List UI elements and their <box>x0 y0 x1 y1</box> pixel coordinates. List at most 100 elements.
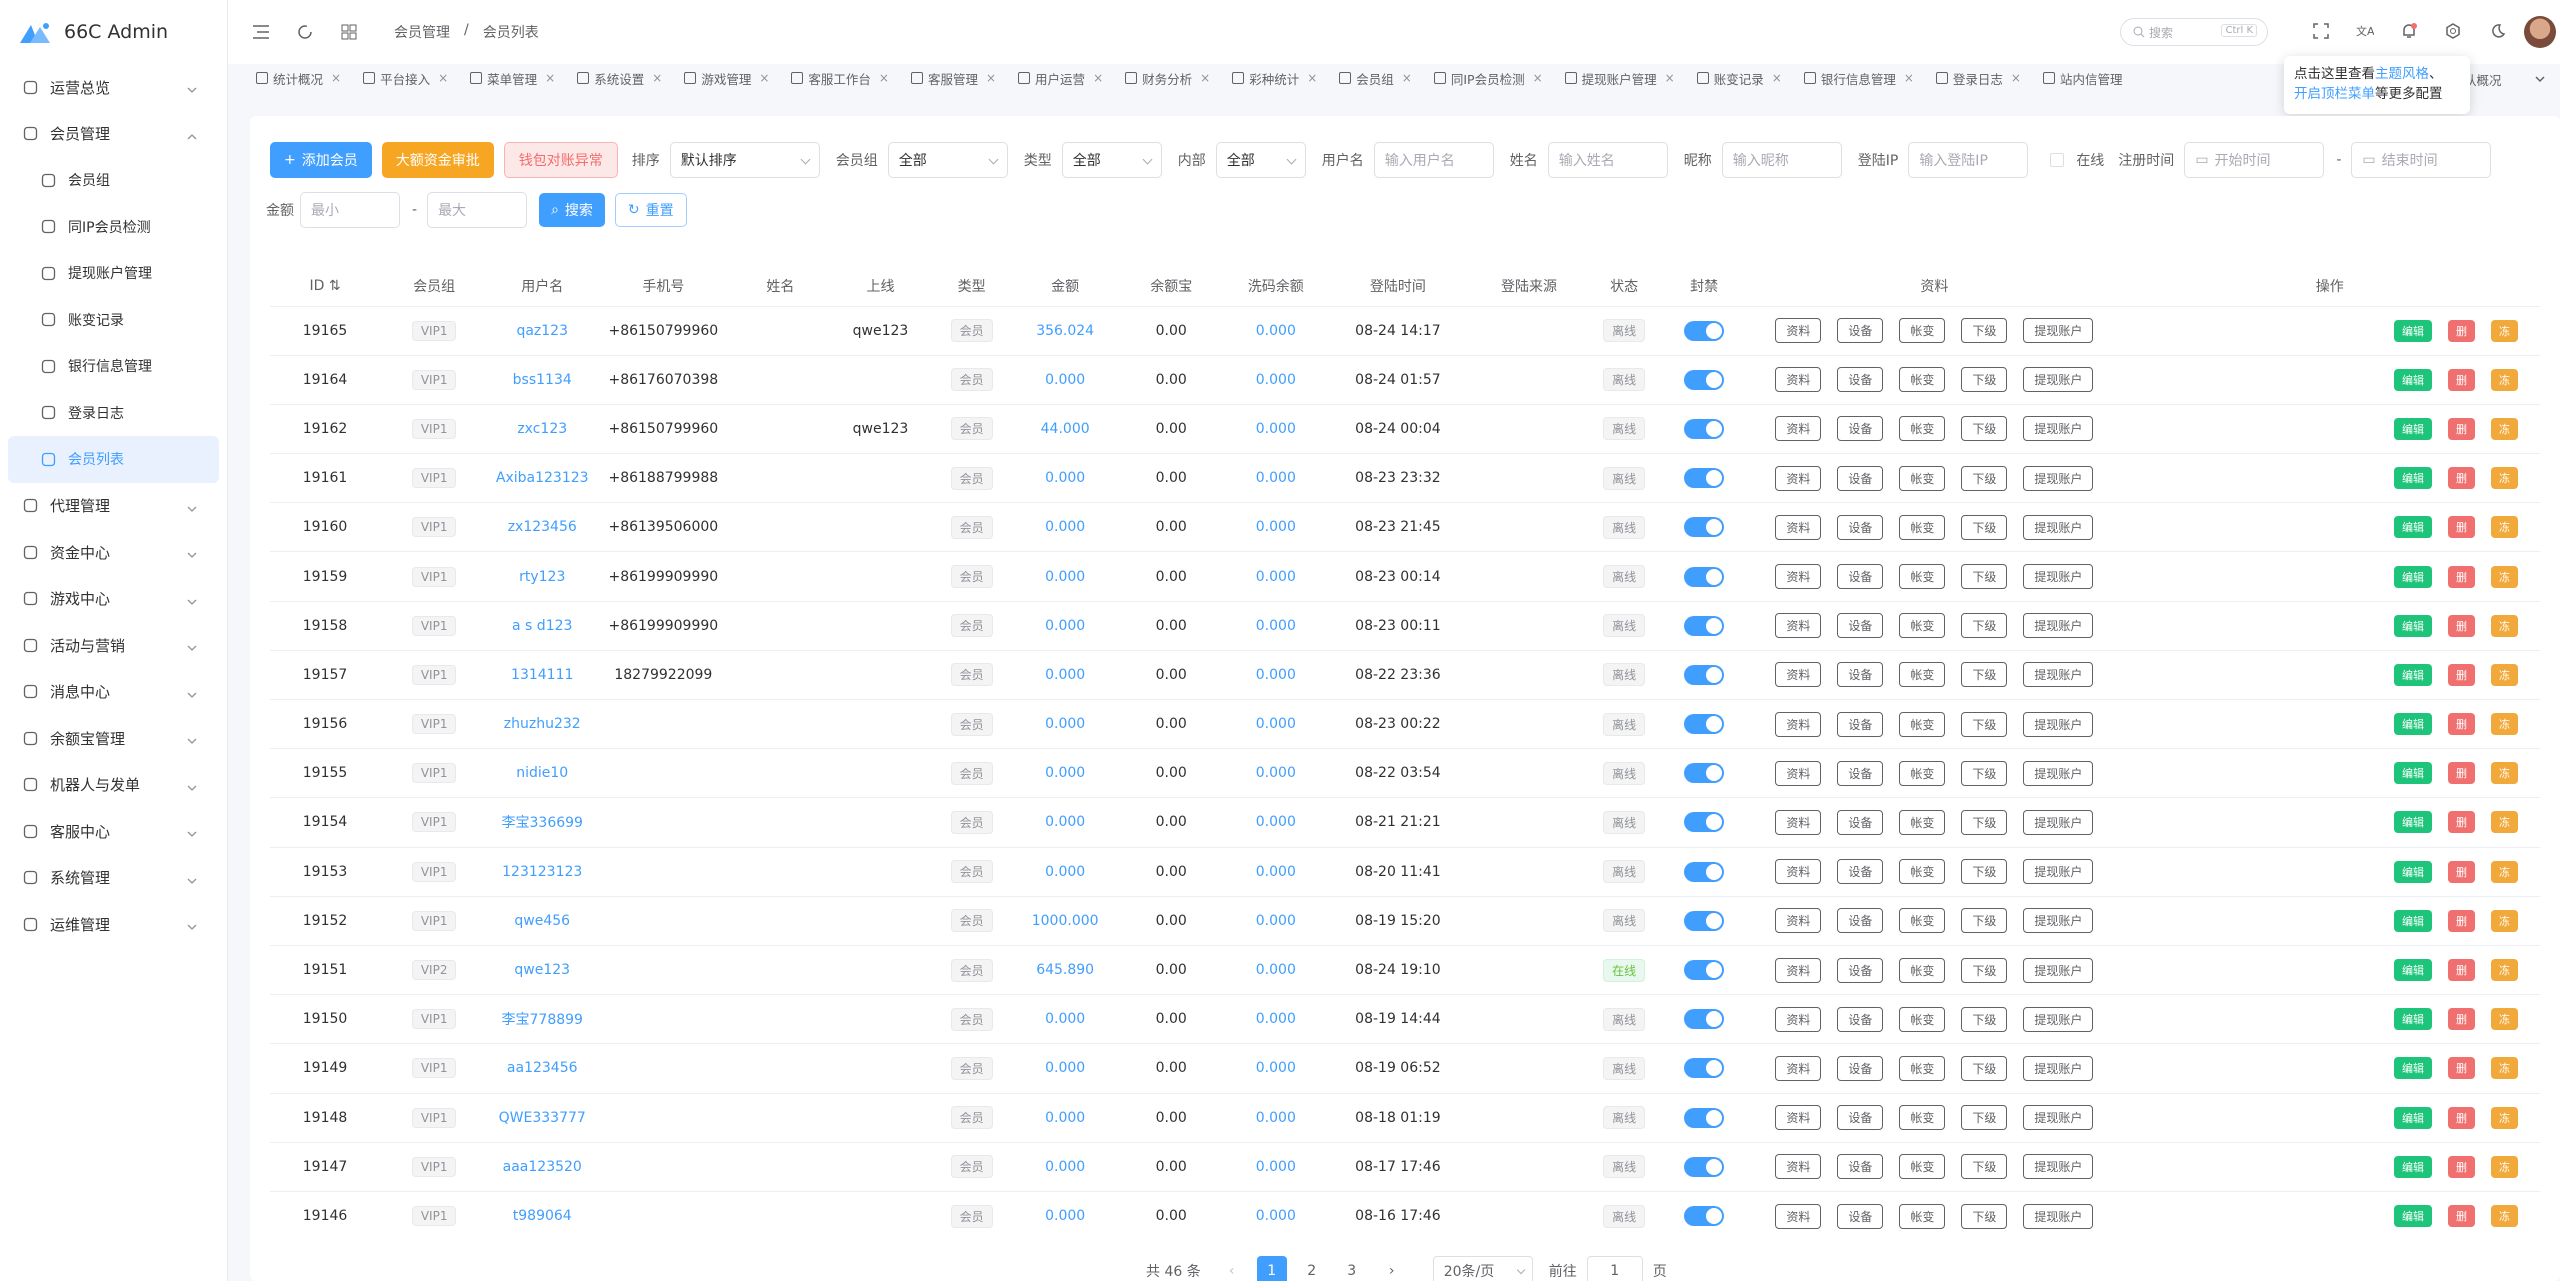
freeze-button[interactable]: 冻 <box>2491 614 2518 637</box>
delete-button[interactable]: 删 <box>2448 1205 2475 1228</box>
edit-button[interactable]: 编辑 <box>2394 516 2432 539</box>
row-profile-button[interactable]: 资料 <box>1775 1154 1822 1180</box>
tab-item[interactable]: 平台接入 × <box>357 66 454 90</box>
sidebar-item[interactable]: 代理管理 <box>0 483 227 530</box>
row-profile-button[interactable]: 资料 <box>1775 367 1822 393</box>
sidebar-item[interactable]: 运营总览 <box>0 64 227 111</box>
sidebar-item[interactable]: 活动与营销 <box>0 622 227 669</box>
row-profile-button[interactable]: 资料 <box>1775 1203 1822 1229</box>
close-icon[interactable]: × <box>1307 71 1317 85</box>
row-profile-button[interactable]: 资料 <box>1775 809 1822 835</box>
breadcrumb-item[interactable]: 会员管理 <box>394 22 450 42</box>
freeze-button[interactable]: 冻 <box>2491 1008 2518 1031</box>
freeze-button[interactable]: 冻 <box>2491 909 2518 932</box>
row-withdraw-account-button[interactable]: 提现账户 <box>2023 809 2094 835</box>
row-device-button[interactable]: 设备 <box>1837 613 1884 639</box>
sidebar-item[interactable]: 机器人与发单 <box>0 762 227 809</box>
row-ledger-button[interactable]: 帐变 <box>1899 1154 1946 1180</box>
row-profile-button[interactable]: 资料 <box>1775 564 1822 590</box>
row-profile-button[interactable]: 资料 <box>1775 662 1822 688</box>
row-withdraw-account-button[interactable]: 提现账户 <box>2023 1006 2094 1032</box>
row-withdraw-account-button[interactable]: 提现账户 <box>2023 1203 2094 1229</box>
wash-balance-link[interactable]: 0.000 <box>1256 1208 1296 1224</box>
delete-button[interactable]: 删 <box>2448 959 2475 982</box>
sidebar-item[interactable]: 游戏中心 <box>0 576 227 623</box>
row-withdraw-account-button[interactable]: 提现账户 <box>2023 1154 2094 1180</box>
close-icon[interactable]: × <box>759 71 769 85</box>
refresh-icon[interactable] <box>294 21 316 43</box>
row-ledger-button[interactable]: 帐变 <box>1899 711 1946 737</box>
tab-item[interactable]: 站内信管理 <box>2037 66 2129 90</box>
close-icon[interactable]: × <box>438 71 448 85</box>
row-device-button[interactable]: 设备 <box>1837 465 1884 491</box>
row-ledger-button[interactable]: 帐变 <box>1899 1055 1946 1081</box>
freeze-button[interactable]: 冻 <box>2491 1057 2518 1080</box>
row-subordinate-button[interactable]: 下级 <box>1961 613 2008 639</box>
edit-button[interactable]: 编辑 <box>2394 713 2432 736</box>
close-icon[interactable]: × <box>2011 71 2021 85</box>
username-link[interactable]: qwe456 <box>514 913 570 929</box>
sidebar-item[interactable]: 同IP会员检测 <box>0 204 227 251</box>
delete-button[interactable]: 删 <box>2448 614 2475 637</box>
end-date-input[interactable]: ▭ 结束时间 <box>2351 142 2492 178</box>
sidebar-item[interactable]: 资金中心 <box>0 529 227 576</box>
group-select[interactable]: 全部 <box>887 142 1008 178</box>
freeze-button[interactable]: 冻 <box>2491 417 2518 440</box>
row-ledger-button[interactable]: 帐变 <box>1899 859 1946 885</box>
bell-icon[interactable] <box>2398 20 2420 42</box>
delete-button[interactable]: 删 <box>2448 811 2475 834</box>
username-link[interactable]: t989064 <box>513 1208 572 1224</box>
username-link[interactable]: a s d123 <box>512 618 572 634</box>
username-link[interactable]: nidie10 <box>516 765 568 781</box>
freeze-button[interactable]: 冻 <box>2491 565 2518 588</box>
row-ledger-button[interactable]: 帐变 <box>1899 416 1946 442</box>
row-profile-button[interactable]: 资料 <box>1775 1105 1822 1131</box>
ban-toggle[interactable] <box>1684 714 1725 735</box>
row-ledger-button[interactable]: 帐变 <box>1899 564 1946 590</box>
delete-button[interactable]: 删 <box>2448 565 2475 588</box>
username-link[interactable]: zx123456 <box>508 519 577 535</box>
delete-button[interactable]: 删 <box>2448 368 2475 391</box>
username-link[interactable]: aaa123520 <box>503 1159 582 1175</box>
type-select[interactable]: 全部 <box>1061 142 1162 178</box>
edit-button[interactable]: 编辑 <box>2394 1155 2432 1178</box>
tab-item[interactable]: 客服工作台 × <box>785 66 895 90</box>
wash-balance-link[interactable]: 0.000 <box>1256 519 1296 535</box>
global-search[interactable]: 搜索 Ctrl K <box>2120 18 2268 46</box>
wash-balance-link[interactable]: 0.000 <box>1256 618 1296 634</box>
row-subordinate-button[interactable]: 下级 <box>1961 1055 2008 1081</box>
row-subordinate-button[interactable]: 下级 <box>1961 465 2008 491</box>
row-withdraw-account-button[interactable]: 提现账户 <box>2023 564 2094 590</box>
username-link[interactable]: 1314111 <box>511 667 573 683</box>
edit-button[interactable]: 编辑 <box>2394 614 2432 637</box>
delete-button[interactable]: 删 <box>2448 1155 2475 1178</box>
row-device-button[interactable]: 设备 <box>1837 514 1884 540</box>
edit-button[interactable]: 编辑 <box>2394 467 2432 490</box>
row-subordinate-button[interactable]: 下级 <box>1961 859 2008 885</box>
row-device-button[interactable]: 设备 <box>1837 1203 1884 1229</box>
tab-item[interactable]: 同IP会员检测 × <box>1428 66 1549 90</box>
sidebar-item[interactable]: 客服中心 <box>0 808 227 855</box>
edit-button[interactable]: 编辑 <box>2394 860 2432 883</box>
internal-select[interactable]: 全部 <box>1215 142 1306 178</box>
ban-toggle[interactable] <box>1684 369 1725 390</box>
big-fund-approval-button[interactable]: 大额资金审批 <box>381 142 494 178</box>
tab-item[interactable]: 用户运营 × <box>1012 66 1109 90</box>
delete-button[interactable]: 删 <box>2448 1106 2475 1129</box>
edit-button[interactable]: 编辑 <box>2394 909 2432 932</box>
username-input[interactable]: 输入用户名 <box>1373 142 1494 178</box>
ban-toggle[interactable] <box>1684 320 1725 341</box>
delete-button[interactable]: 删 <box>2448 1057 2475 1080</box>
close-icon[interactable]: × <box>545 71 555 85</box>
sidebar-item[interactable]: 银行信息管理 <box>0 343 227 390</box>
amount-link[interactable]: 0.000 <box>1045 569 1085 585</box>
row-withdraw-account-button[interactable]: 提现账户 <box>2023 662 2094 688</box>
tab-item[interactable]: 登录日志 × <box>1930 66 2027 90</box>
sidebar-item[interactable]: 提现账户管理 <box>0 250 227 297</box>
row-device-button[interactable]: 设备 <box>1837 908 1884 934</box>
fullscreen-icon[interactable] <box>2310 20 2332 42</box>
delete-button[interactable]: 删 <box>2448 1008 2475 1031</box>
ban-toggle[interactable] <box>1684 1009 1725 1030</box>
row-withdraw-account-button[interactable]: 提现账户 <box>2023 367 2094 393</box>
wash-balance-link[interactable]: 0.000 <box>1256 667 1296 683</box>
